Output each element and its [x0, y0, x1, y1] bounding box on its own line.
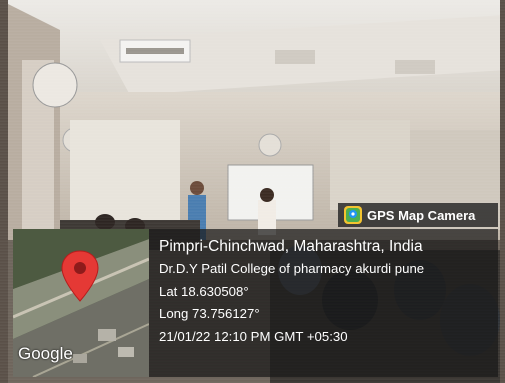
badge-label: GPS Map Camera [367, 207, 476, 223]
longitude: Long 73.756127° [159, 306, 260, 321]
location-text: Pimpri-Chinchwad, Maharashtra, India Dr.… [159, 236, 424, 348]
place-name: Pimpri-Chinchwad, Maharashtra, India [159, 238, 423, 255]
wall-fan [32, 62, 78, 108]
latitude: Lat 18.630508° [159, 283, 249, 299]
gps-map-camera-icon [344, 206, 362, 224]
google-logo: Google [18, 344, 73, 363]
address: Dr.D.Y Patil College of pharmacy akurdi … [159, 261, 425, 276]
gps-map-camera-badge: GPS Map Camera [338, 203, 498, 227]
datetime: 21/01/22 12:10 PM GMT +05:30 [159, 328, 348, 344]
